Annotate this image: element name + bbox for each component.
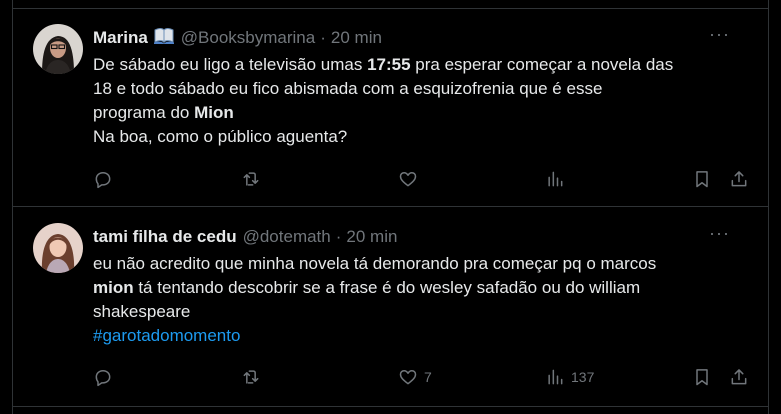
display-name[interactable]: Marina (93, 28, 148, 48)
tweet-header: Marina @Booksbymarina · 20 min ··· (93, 24, 752, 50)
analytics-icon (548, 369, 563, 385)
tweet[interactable]: tami filha de cedu @dotemath · 20 min ··… (13, 207, 768, 407)
tweet-text: De sábado eu ligo a televisão umas 17:55… (93, 53, 753, 149)
timeline: Marina @Booksbymarina · 20 min ··· De sá… (12, 0, 769, 414)
reply-icon (95, 370, 111, 387)
separator-dot: · (335, 227, 342, 246)
like-button[interactable] (398, 167, 424, 191)
bookmark-button[interactable] (692, 167, 712, 191)
tweet-actions: 7 137 (93, 365, 752, 389)
hashtag-link[interactable]: #garotadomomento (93, 326, 240, 345)
separator-dot: · (320, 28, 326, 47)
like-button[interactable]: 7 (398, 365, 432, 389)
tweet-line: #garotadomomento (93, 324, 753, 348)
tweet-line: De sábado eu ligo a televisão umas 17:55… (93, 53, 753, 77)
bookmark-button[interactable] (692, 365, 712, 389)
bold-text: 17:55 (367, 55, 411, 74)
share-button[interactable] (729, 167, 749, 191)
timestamp[interactable]: 20 min (331, 28, 382, 48)
text-run: 18 e todo sábado eu fico abismada com a … (93, 79, 603, 98)
avatar[interactable] (33, 24, 83, 74)
repost-icon (243, 370, 259, 384)
bold-text: Mion (194, 103, 234, 122)
reply-button[interactable] (93, 167, 113, 191)
bold-text: mion (93, 278, 134, 297)
user-handle[interactable]: @dotemath (243, 227, 331, 247)
text-run: Na boa, como o público aguenta? (93, 127, 348, 146)
bookmark-icon (696, 171, 708, 188)
text-run: programa do (93, 103, 195, 122)
tweet-header: tami filha de cedu @dotemath · 20 min ··… (93, 223, 752, 249)
tweet-text: eu não acredito que minha novela tá demo… (93, 252, 753, 348)
heart-icon (399, 370, 417, 385)
tweet-actions (93, 167, 752, 191)
tweet-line: eu não acredito que minha novela tá demo… (93, 252, 753, 276)
text-run: De sábado eu ligo a televisão umas (93, 55, 368, 74)
like-count: 7 (424, 369, 432, 385)
text-run: tá tentando descobrir se a frase é do we… (133, 278, 641, 297)
user-handle[interactable]: @Booksbymarina (181, 28, 315, 48)
text-run: pra esperar começar a novela das (410, 55, 674, 74)
tweet-line: programa do Mion (93, 101, 753, 125)
timestamp[interactable]: 20 min (346, 227, 397, 247)
repost-button[interactable] (241, 167, 261, 191)
tweet-line: shakespeare (93, 300, 753, 324)
share-button[interactable] (729, 365, 749, 389)
tweet-line: mion tá tentando descobrir se a frase é … (93, 276, 753, 300)
text-run: eu não acredito que minha novela tá demo… (93, 254, 657, 273)
tweet[interactable]: Marina @Booksbymarina · 20 min ··· De sá… (13, 8, 768, 207)
view-count: 137 (571, 369, 595, 385)
share-icon (731, 369, 747, 385)
share-icon (731, 171, 747, 187)
views-button[interactable]: 137 (545, 365, 594, 389)
more-options-icon[interactable]: ··· (709, 223, 730, 244)
display-name[interactable]: tami filha de cedu (93, 227, 237, 247)
heart-icon (399, 172, 417, 187)
avatar[interactable] (33, 223, 83, 273)
tweet-line: Na boa, como o público aguenta? (93, 125, 753, 149)
more-options-icon[interactable]: ··· (709, 24, 730, 45)
reply-button[interactable] (93, 365, 113, 389)
reply-icon (95, 172, 111, 189)
views-button[interactable] (545, 167, 571, 191)
bookmark-icon (696, 369, 708, 386)
text-run: shakespeare (93, 302, 191, 321)
repost-button[interactable] (241, 365, 261, 389)
open-book-icon (153, 27, 175, 50)
analytics-icon (548, 171, 563, 187)
repost-icon (243, 172, 259, 186)
tweet-line: 18 e todo sábado eu fico abismada com a … (93, 77, 753, 101)
